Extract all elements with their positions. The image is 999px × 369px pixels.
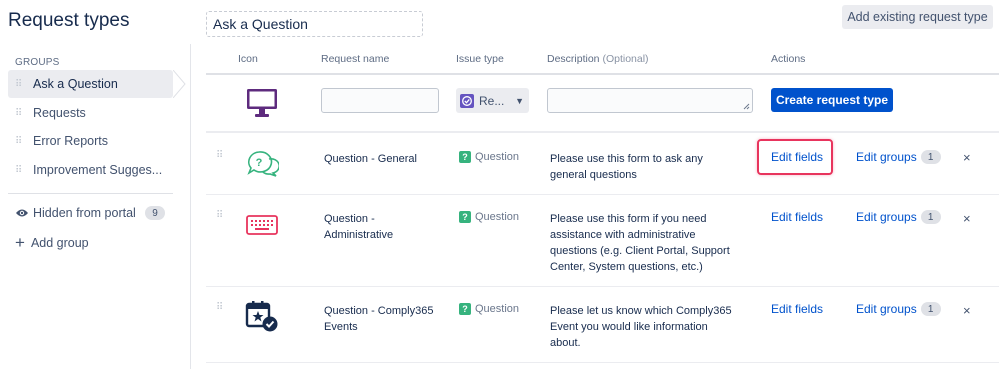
issue-type-label: Question xyxy=(475,151,520,163)
description: Please use this form if you need assista… xyxy=(550,213,730,273)
issue-type-value: Re... xyxy=(479,93,505,108)
chat-question-icon[interactable]: ? xyxy=(245,150,279,178)
resize-handle-icon[interactable] xyxy=(743,103,750,110)
issue-type: ? Question xyxy=(459,211,519,223)
row-divider xyxy=(206,286,999,287)
description: Please use this form to ask any general … xyxy=(550,153,703,181)
sidebar-border xyxy=(190,44,191,369)
plus-icon: + xyxy=(15,233,25,252)
hidden-count-badge: 9 xyxy=(145,206,165,220)
request-name[interactable]: Question - Administrative xyxy=(324,211,434,243)
request-name-input[interactable] xyxy=(321,88,439,113)
row-divider xyxy=(206,362,999,363)
sidebar-divider xyxy=(8,193,173,194)
request-name[interactable]: Question - General xyxy=(324,151,444,167)
edit-groups-label: Edit groups xyxy=(856,302,917,316)
drag-handle-icon[interactable]: ⠿ xyxy=(216,210,223,221)
header-icon: Icon xyxy=(238,53,258,65)
sidebar-item-label: Improvement Sugges... xyxy=(33,163,163,177)
add-existing-request-type-button[interactable]: Add existing request type xyxy=(842,5,993,29)
drag-handle-icon[interactable]: ⠿ xyxy=(216,150,223,161)
drag-handle-icon[interactable]: ⠿ xyxy=(15,165,33,176)
remove-close-icon[interactable]: × xyxy=(963,303,971,318)
remove-close-icon[interactable]: × xyxy=(963,150,971,165)
question-icon: ? xyxy=(459,303,471,315)
header-description-label: Description xyxy=(547,53,600,65)
question-icon: ? xyxy=(459,211,471,223)
svg-text:?: ? xyxy=(256,157,263,169)
request-name[interactable]: Question - Comply365 Events xyxy=(324,303,434,335)
keyboard-icon[interactable] xyxy=(246,215,278,235)
sidebar-item-improvement-suggestions[interactable]: ⠿ Improvement Sugges... xyxy=(8,156,173,184)
edit-fields-link[interactable]: Edit fields xyxy=(771,150,823,164)
remove-close-icon[interactable]: × xyxy=(963,211,971,226)
groups-count-badge: 1 xyxy=(920,150,941,164)
description: Please let us know which Comply365 Event… xyxy=(550,305,732,349)
groups-count-badge: 1 xyxy=(920,302,941,316)
drag-handle-icon[interactable]: ⠿ xyxy=(15,136,33,147)
eye-icon xyxy=(16,209,28,217)
edit-groups-label: Edit groups xyxy=(856,210,917,224)
issue-type: ? Question xyxy=(459,151,519,163)
header-divider xyxy=(206,73,999,75)
edit-fields-link[interactable]: Edit fields xyxy=(771,302,823,316)
active-pointer xyxy=(173,70,186,98)
sidebar-item-requests[interactable]: ⠿ Requests xyxy=(8,99,173,127)
sidebar-item-label: Error Reports xyxy=(33,134,109,148)
edit-groups-link[interactable]: Edit groups 1 xyxy=(856,210,941,224)
issue-type-icon xyxy=(460,93,474,108)
edit-fields-link[interactable]: Edit fields xyxy=(771,210,823,224)
header-issue-type: Issue type xyxy=(456,53,504,65)
edit-groups-link[interactable]: Edit groups 1 xyxy=(856,150,941,164)
header-description: Description (Optional) xyxy=(547,53,649,65)
groups-count-badge: 1 xyxy=(920,210,941,224)
header-request-name: Request name xyxy=(321,53,390,65)
group-name-input[interactable]: Ask a Question xyxy=(206,11,423,37)
sidebar-item-ask-a-question[interactable]: ⠿ Ask a Question xyxy=(8,70,173,98)
question-icon: ? xyxy=(459,151,471,163)
issue-type-label: Question xyxy=(475,211,520,223)
edit-groups-link[interactable]: Edit groups 1 xyxy=(856,302,941,316)
row-divider xyxy=(206,131,999,133)
groups-heading: GROUPS xyxy=(15,57,60,68)
header-description-optional: (Optional) xyxy=(602,53,649,65)
create-request-type-button[interactable]: Create request type xyxy=(771,88,893,112)
monitor-icon[interactable] xyxy=(246,87,278,119)
calendar-check-icon[interactable] xyxy=(245,299,279,333)
header-actions: Actions xyxy=(771,53,806,65)
description-textarea[interactable] xyxy=(547,88,753,113)
issue-type: ? Question xyxy=(459,303,519,315)
drag-handle-icon[interactable]: ⠿ xyxy=(15,79,33,90)
page-title: Request types xyxy=(8,10,130,31)
hidden-from-portal-label: Hidden from portal xyxy=(33,206,136,220)
row-divider xyxy=(206,194,999,195)
add-group-label: Add group xyxy=(30,235,89,250)
drag-handle-icon[interactable]: ⠿ xyxy=(15,108,33,119)
edit-groups-label: Edit groups xyxy=(856,150,917,164)
sidebar-item-label: Ask a Question xyxy=(33,77,118,91)
issue-type-select[interactable]: Re... ▼ xyxy=(456,88,529,113)
sidebar-item-error-reports[interactable]: ⠿ Error Reports xyxy=(8,127,173,155)
issue-type-label: Question xyxy=(475,303,520,315)
drag-handle-icon[interactable]: ⠿ xyxy=(216,302,223,313)
add-group-button[interactable]: + Add group xyxy=(15,234,89,251)
hidden-from-portal-item[interactable]: Hidden from portal 9 xyxy=(15,206,165,220)
sidebar-item-label: Requests xyxy=(33,106,86,120)
chevron-down-icon: ▼ xyxy=(515,95,524,106)
